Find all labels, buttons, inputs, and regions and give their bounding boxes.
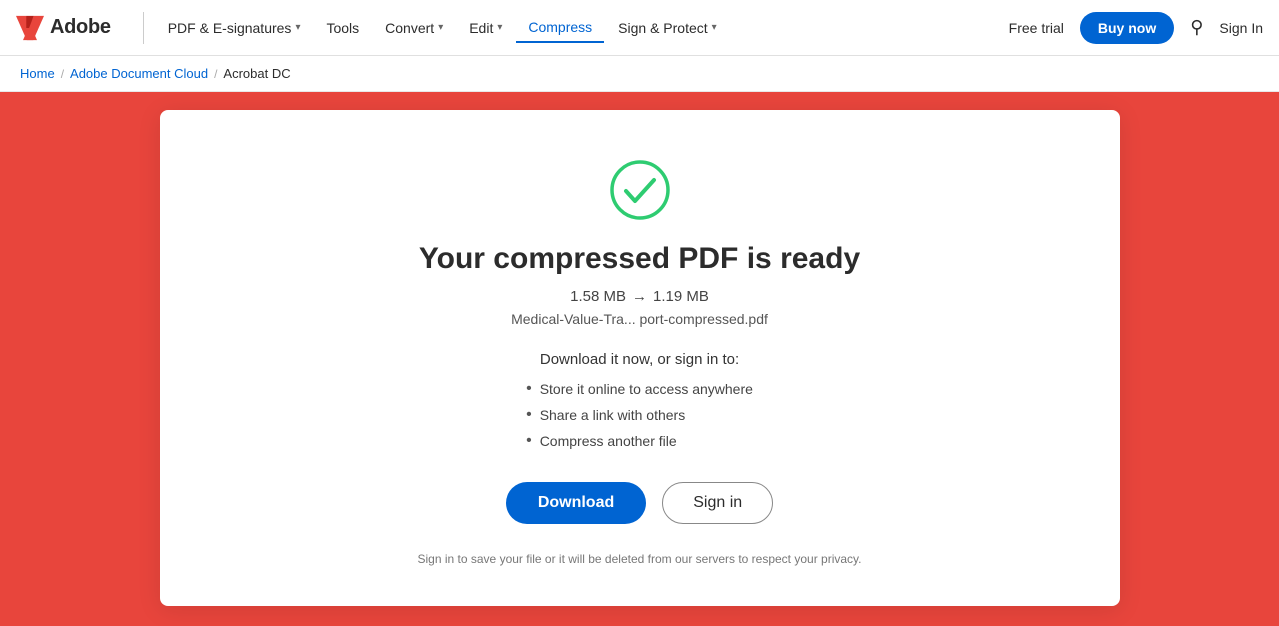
list-item-compress: Compress another file	[526, 428, 753, 454]
breadcrumb-sep-2: /	[214, 67, 217, 81]
edit-chevron: ▾	[497, 22, 502, 33]
card-prompt: Download it now, or sign in to:	[540, 351, 739, 368]
card-signin-button[interactable]: Sign in	[662, 482, 773, 524]
sign-protect-chevron: ▾	[712, 22, 717, 33]
search-icon[interactable]: ⚲	[1190, 17, 1203, 38]
nav-sign-protect[interactable]: Sign & Protect ▾	[606, 14, 729, 42]
pdf-esig-chevron: ▾	[295, 22, 300, 33]
nav-tools[interactable]: Tools	[314, 14, 371, 42]
size-to: 1.19 MB	[653, 288, 709, 305]
main-background: Your compressed PDF is ready 1.58 MB → 1…	[0, 92, 1279, 624]
nav-compress[interactable]: Compress	[516, 13, 604, 43]
breadcrumb-sep-1: /	[61, 67, 64, 81]
card-size-info: 1.58 MB → 1.19 MB	[570, 288, 709, 305]
list-item-store: Store it online to access anywhere	[526, 376, 753, 402]
breadcrumb-acrobat-dc: Acrobat DC	[223, 66, 290, 81]
nav-divider	[143, 12, 144, 44]
size-arrow: →	[632, 288, 647, 305]
nav-pdf-esig[interactable]: PDF & E-signatures ▾	[156, 14, 313, 42]
card-actions: Download Sign in	[506, 482, 773, 524]
breadcrumb-home[interactable]: Home	[20, 66, 55, 81]
convert-chevron: ▾	[438, 22, 443, 33]
navbar: Adobe PDF & E-signatures ▾ Tools Convert…	[0, 0, 1279, 56]
free-trial-link[interactable]: Free trial	[1009, 20, 1064, 36]
privacy-note: Sign in to save your file or it will be …	[418, 552, 862, 566]
sign-in-link[interactable]: Sign In	[1219, 20, 1263, 36]
adobe-logo-icon	[16, 14, 44, 42]
card-filename: Medical-Value-Tra... port-compressed.pdf	[511, 311, 768, 327]
nav-convert[interactable]: Convert ▾	[373, 14, 455, 42]
breadcrumb: Home / Adobe Document Cloud / Acrobat DC	[0, 56, 1279, 92]
card-title: Your compressed PDF is ready	[419, 242, 860, 276]
adobe-logo-text: Adobe	[50, 16, 111, 39]
nav-right: Free trial Buy now ⚲ Sign In	[1009, 12, 1263, 44]
result-card: Your compressed PDF is ready 1.58 MB → 1…	[160, 110, 1120, 606]
adobe-logo[interactable]: Adobe	[16, 14, 111, 42]
success-check-icon	[608, 158, 672, 222]
buy-now-button[interactable]: Buy now	[1080, 12, 1174, 44]
breadcrumb-adobe-doc-cloud[interactable]: Adobe Document Cloud	[70, 66, 208, 81]
nav-edit[interactable]: Edit ▾	[457, 14, 514, 42]
nav-items: PDF & E-signatures ▾ Tools Convert ▾ Edi…	[156, 13, 1009, 43]
card-feature-list: Store it online to access anywhere Share…	[526, 376, 753, 454]
download-button[interactable]: Download	[506, 482, 646, 524]
list-item-share: Share a link with others	[526, 402, 753, 428]
size-from: 1.58 MB	[570, 288, 626, 305]
